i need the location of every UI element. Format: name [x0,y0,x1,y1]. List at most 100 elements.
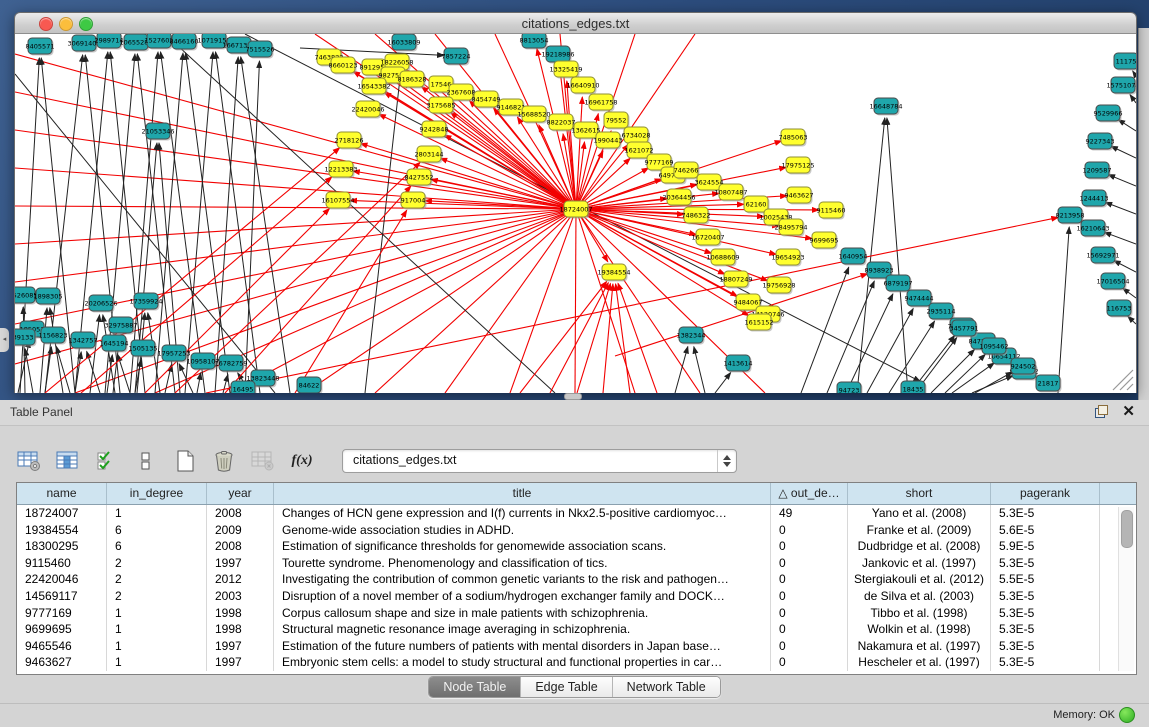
column-header-title[interactable]: title [274,483,771,504]
table-cell[interactable]: 1998 [207,605,274,622]
table-cell[interactable]: 9465546 [17,638,107,655]
graph-node[interactable]: 21817 [1036,375,1062,393]
column-visibility-icon[interactable] [55,449,81,473]
import-table-icon[interactable] [250,449,276,473]
graph-node[interactable]: 9242848 [420,121,449,139]
sidebar-collapse-handle[interactable]: ◂ [0,328,9,352]
table-cell[interactable]: Jankovic et al. (1997) [848,555,991,572]
graph-node[interactable]: 1413614 [724,355,753,373]
function-icon[interactable]: f(x) [289,449,315,473]
graph-node[interactable]: 1645194 [100,335,129,353]
graph-node[interactable]: 18724007 [559,201,592,219]
table-cell[interactable]: 9699695 [17,621,107,638]
graph-node[interactable]: 20364456 [662,189,695,207]
graph-node[interactable]: 8405571 [26,38,55,56]
graph-node[interactable]: 15692971 [1086,247,1119,265]
network-canvas[interactable]: 1872400784055713069140629897141065528715… [15,34,1136,393]
graph-node[interactable]: 8427552 [405,169,434,187]
table-cell[interactable]: 1 [107,638,207,655]
graph-node[interactable]: 1244413 [1080,190,1109,208]
table-row[interactable]: 2242004622012Investigating the contribut… [17,571,1136,588]
graph-node[interactable]: 16640910 [566,77,599,95]
column-header-name[interactable]: name [17,483,107,504]
table-cell[interactable]: Embryonic stem cells: a model to study s… [274,654,771,671]
table-settings-icon[interactable] [16,449,42,473]
table-cell[interactable]: 0 [771,621,848,638]
table-row[interactable]: 1830029562008Estimation of significance … [17,538,1136,555]
table-cell[interactable]: 19384554 [17,522,107,539]
table-cell[interactable]: 1 [107,621,207,638]
graph-node[interactable]: 7485063 [779,129,808,147]
trash-icon[interactable] [211,449,237,473]
graph-node[interactable]: 917004 [401,192,427,210]
graph-node[interactable]: 746266 [674,162,700,180]
table-cell[interactable]: 9463627 [17,654,107,671]
graph-node[interactable]: 19654923 [771,249,804,267]
table-cell[interactable]: Disruption of a novel member of a sodium… [274,588,771,605]
table-cell[interactable]: Yano et al. (2008) [848,505,991,522]
table-cell[interactable]: 9777169 [17,605,107,622]
table-row[interactable]: 969969511998Structural magnetic resonanc… [17,621,1136,638]
table-cell[interactable]: 2008 [207,538,274,555]
table-cell[interactable]: 22420046 [17,571,107,588]
graph-node[interactable]: 1640954 [839,248,868,266]
table-cell[interactable]: Tourette syndrome. Phenomenology and cla… [274,555,771,572]
table-cell[interactable]: 5.9E-5 [991,538,1100,555]
tab-edge-table[interactable]: Edge Table [521,677,612,697]
table-cell[interactable]: 0 [771,588,848,605]
network-window[interactable]: citations_edges.txt 18724007840557130691… [14,12,1137,393]
graph-node[interactable]: 8466160 [170,34,199,51]
table-cell[interactable]: 1 [107,654,207,671]
table-cell[interactable]: Stergiakouli et al. (2012) [848,571,991,588]
graph-node[interactable]: 16210643 [1076,220,1109,238]
table-cell[interactable]: 5.3E-5 [991,605,1100,622]
table-cell[interactable]: 5.6E-5 [991,522,1100,539]
table-cell[interactable]: 1997 [207,555,274,572]
graph-node[interactable]: 2803144 [415,146,444,164]
graph-node[interactable]: 9227343 [1086,133,1115,151]
graph-node[interactable]: 9115460 [817,202,846,220]
table-row[interactable]: 946362711997Embryonic stem cells: a mode… [17,654,1136,671]
graph-node[interactable]: 79552 [604,112,630,130]
table-cell[interactable]: de Silva et al. (2003) [848,588,991,605]
table-cell[interactable]: 6 [107,538,207,555]
table-cell[interactable]: Franke et al. (2009) [848,522,991,539]
table-cell[interactable]: Corpus callosum shape and size in male p… [274,605,771,622]
graph-node[interactable]: 15751074 [1106,77,1136,95]
table-cell[interactable]: 1997 [207,638,274,655]
table-row[interactable]: 1938455462009Genome-wide association stu… [17,522,1136,539]
column-header-year[interactable]: year [207,483,274,504]
table-selector-dropdown[interactable]: citations_edges.txt [342,449,737,473]
panel-splitter-handle[interactable] [564,393,582,400]
graph-node[interactable]: 16961758 [584,94,617,112]
graph-node[interactable]: 17975125 [781,157,814,175]
table-cell[interactable]: 5.3E-5 [991,638,1100,655]
table-cell[interactable]: 2 [107,555,207,572]
table-cell[interactable]: 0 [771,571,848,588]
graph-node[interactable]: 10807487 [714,184,747,202]
table-cell[interactable]: Nakamura et al. (1997) [848,638,991,655]
row-check-icon[interactable] [94,449,120,473]
table-cell[interactable]: 1 [107,605,207,622]
table-cell[interactable]: 0 [771,638,848,655]
table-cell[interactable]: Dudbridge et al. (2008) [848,538,991,555]
graph-node[interactable]: 32975887 [104,317,137,335]
table-cell[interactable]: 2 [107,571,207,588]
graph-node[interactable]: 16107554 [321,192,354,210]
graph-node[interactable]: 18435 [901,381,927,393]
graph-node[interactable]: 9699695 [810,232,839,250]
table-cell[interactable]: Tibbo et al. (1998) [848,605,991,622]
graph-node[interactable]: 19384554 [597,264,630,282]
graph-node[interactable]: 17359924 [129,293,162,311]
scrollbar-thumb[interactable] [1121,510,1133,548]
table-cell[interactable]: Investigating the contribution of common… [274,571,771,588]
graph-node[interactable]: 16720407 [691,229,724,247]
table-cell[interactable]: Structural magnetic resonance image aver… [274,621,771,638]
graph-node[interactable]: 3175685 [427,97,456,115]
table-cell[interactable]: Changes of HCN gene expression and I(f) … [274,505,771,522]
table-row[interactable]: 977716911998Corpus callosum shape and si… [17,605,1136,622]
table-cell[interactable]: 2003 [207,588,274,605]
graph-node[interactable]: 10688609 [706,249,739,267]
table-cell[interactable]: Estimation of significance thresholds fo… [274,538,771,555]
table-row[interactable]: 1872400712008Changes of HCN gene express… [17,505,1136,522]
